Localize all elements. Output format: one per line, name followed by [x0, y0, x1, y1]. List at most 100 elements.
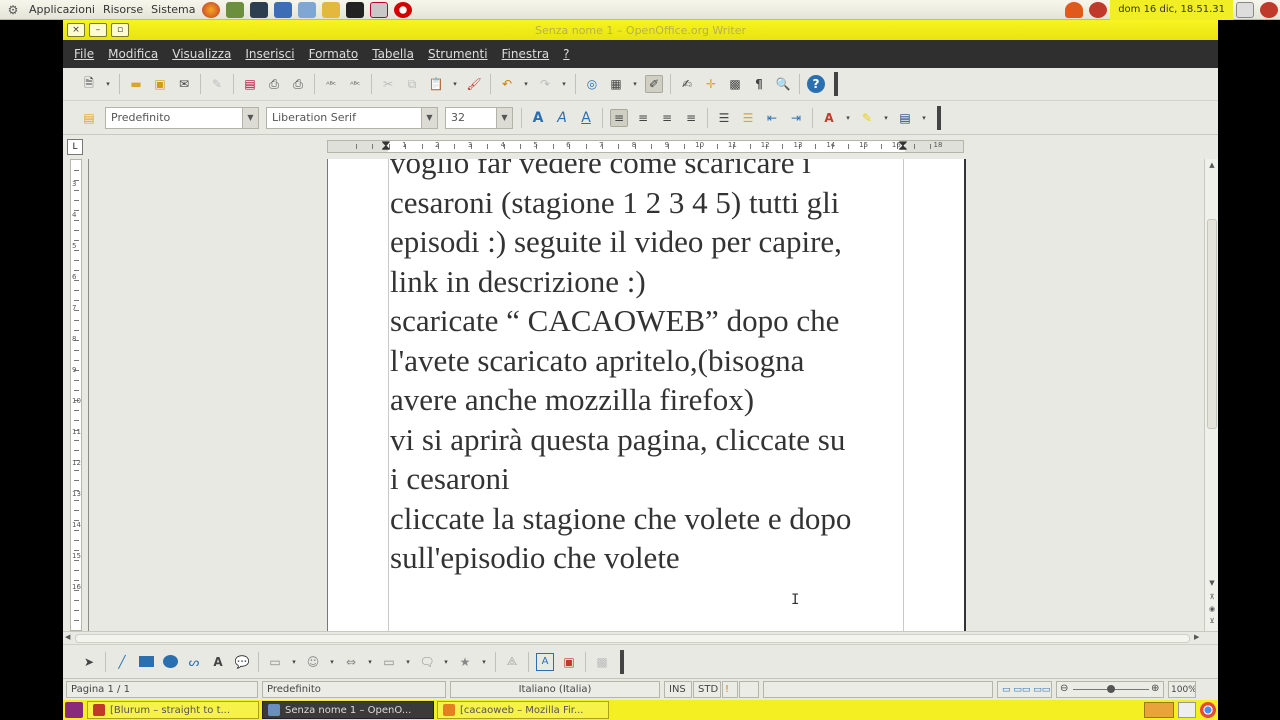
rectangle-icon[interactable]: [137, 653, 155, 671]
dropdown-arrow-icon[interactable]: ▾: [631, 75, 639, 93]
chevron-down-icon[interactable]: ▼: [496, 107, 512, 128]
ruler-right-indent-marker[interactable]: ⧗: [898, 138, 908, 154]
ellipse-icon[interactable]: [161, 653, 179, 671]
printer-status-icon[interactable]: [1236, 1, 1254, 18]
vertical-scroll-thumb[interactable]: [1207, 219, 1217, 429]
view-layout-icon[interactable]: ▭ ▭▭ ▭▭: [997, 681, 1052, 698]
dropdown-arrow-icon[interactable]: ▾: [404, 653, 412, 671]
block-arrows-icon[interactable]: ⇔: [342, 653, 360, 671]
clock[interactable]: dom 16 dic, 18.51.31: [1110, 0, 1233, 20]
vertical-ruler[interactable]: 3 4 5 6 7 8 9 10 11 12 13 14 15 16: [70, 159, 82, 631]
dropdown-arrow-icon[interactable]: ▾: [442, 653, 450, 671]
navigator-icon[interactable]: ✛: [702, 75, 720, 93]
callout-icon[interactable]: 💬: [233, 653, 251, 671]
document-line[interactable]: cesaroni (stagione 1 2 3 4 5) tutti gli: [390, 183, 910, 223]
show-draw-functions-icon[interactable]: ✐: [645, 75, 663, 93]
dropdown-arrow-icon[interactable]: ▾: [451, 75, 459, 93]
styles-formatting-icon[interactable]: ▤: [80, 109, 98, 127]
document-line[interactable]: link in descrizione :): [390, 262, 910, 302]
trash-launcher-icon[interactable]: [226, 1, 245, 18]
archive-launcher-icon[interactable]: [322, 1, 341, 18]
menu-modifica[interactable]: Modifica: [101, 47, 165, 61]
freeform-line-icon[interactable]: ᔕ: [185, 653, 203, 671]
dropdown-arrow-icon[interactable]: ▾: [328, 653, 336, 671]
menu-inserisci[interactable]: Inserisci: [238, 47, 301, 61]
zoom-icon[interactable]: 🔍: [774, 75, 792, 93]
navigation-icon[interactable]: ◉: [1206, 605, 1218, 613]
horizontal-ruler[interactable]: 1 2 3 4 5 6 7 8 9 10 11 12 13 14 15 16 18 ⧗ ⧗: [327, 138, 964, 154]
spellcheck-icon[interactable]: ᴬᴮᶜ: [322, 75, 340, 93]
document-line[interactable]: avere anche mozzilla firefox): [390, 380, 910, 420]
italic-icon[interactable]: A: [553, 109, 571, 127]
autospellcheck-icon[interactable]: ᴬᴮᶜ: [346, 75, 364, 93]
dropdown-arrow-icon[interactable]: ▾: [882, 109, 890, 127]
dropdown-arrow-icon[interactable]: ▾: [480, 653, 488, 671]
gimp-launcher-icon[interactable]: [274, 1, 293, 18]
menu-tabella[interactable]: Tabella: [365, 47, 421, 61]
page-indicator[interactable]: Pagina 1 / 1: [66, 681, 258, 698]
align-right-icon[interactable]: ≡: [658, 109, 676, 127]
decrease-indent-icon[interactable]: ⇤: [763, 109, 781, 127]
menu-visualizza[interactable]: Visualizza: [165, 47, 238, 61]
terminal-launcher-icon[interactable]: [346, 1, 365, 18]
paragraph-style-combo[interactable]: Predefinito ▼: [105, 106, 259, 129]
bold-icon[interactable]: A: [529, 109, 547, 127]
dropdown-arrow-icon[interactable]: ▾: [844, 109, 852, 127]
document-modified-icon[interactable]: !: [722, 681, 738, 698]
copy-icon[interactable]: ⧉: [403, 75, 421, 93]
toolbar-grip[interactable]: [620, 649, 624, 674]
notes-icon[interactable]: [1178, 702, 1196, 718]
export-pdf-icon[interactable]: ▤: [241, 75, 259, 93]
window-minimize-button[interactable]: –: [89, 23, 107, 37]
document-line[interactable]: l'avete scaricato apritelo,(bisogna: [390, 341, 910, 381]
edit-file-icon[interactable]: ✎: [208, 75, 226, 93]
stars-icon[interactable]: ★: [456, 653, 474, 671]
save-icon[interactable]: ▣: [151, 75, 169, 93]
chrome-icon[interactable]: [1200, 702, 1216, 718]
shutdown-icon[interactable]: [1260, 1, 1278, 18]
messenger-status-icon[interactable]: [1089, 1, 1108, 18]
align-left-icon[interactable]: ≡: [610, 108, 628, 127]
callouts-icon[interactable]: 🗨: [418, 653, 436, 671]
page-style-indicator[interactable]: Predefinito: [262, 681, 446, 698]
taskbar-task-blurum[interactable]: [Blurum – straight to t...: [87, 701, 259, 719]
zoom-slider[interactable]: ⊖ ⊕: [1056, 681, 1164, 698]
window-close-button[interactable]: ×: [67, 23, 85, 37]
zoom-knob[interactable]: [1107, 685, 1115, 693]
scroll-right-icon[interactable]: ▶: [1194, 633, 1199, 641]
window-maximize-button[interactable]: ▫: [111, 23, 129, 37]
menu-strumenti[interactable]: Strumenti: [421, 47, 495, 61]
firefox-launcher-icon[interactable]: [202, 1, 221, 18]
background-color-icon[interactable]: ▤: [896, 109, 914, 127]
cut-icon[interactable]: ✂: [379, 75, 397, 93]
menu-help[interactable]: ?: [556, 47, 576, 61]
help-icon[interactable]: ?: [807, 75, 825, 93]
taskbar-task-cacaoweb[interactable]: [cacaoweb – Mozilla Fir...: [437, 701, 609, 719]
taskbar-task-writer[interactable]: Senza nome 1 – OpenO...: [262, 701, 434, 719]
chevron-down-icon[interactable]: ▼: [421, 107, 437, 128]
scroll-up-icon[interactable]: ▲: [1206, 161, 1218, 169]
toolbar-grip[interactable]: [937, 105, 941, 130]
basic-shapes-icon[interactable]: ▭: [266, 653, 284, 671]
menu-file[interactable]: File: [67, 47, 101, 61]
panel-menu-risorse[interactable]: Risorse: [99, 3, 147, 16]
panel-menu-applicazioni[interactable]: Applicazioni: [25, 3, 99, 16]
panel-menu-sistema[interactable]: Sistema: [147, 3, 199, 16]
dropdown-arrow-icon[interactable]: ▾: [560, 75, 568, 93]
insert-mode-indicator[interactable]: INS: [664, 681, 692, 698]
underline-icon[interactable]: A: [577, 109, 595, 127]
ubuntu-logo-icon[interactable]: ⚙: [4, 1, 22, 19]
insert-image-icon[interactable]: ▣: [560, 653, 578, 671]
document-line[interactable]: sull'episodio che volete: [390, 538, 910, 578]
line-icon[interactable]: ╱: [113, 653, 131, 671]
next-page-icon[interactable]: ⊻: [1206, 617, 1218, 625]
tab-stop-selector[interactable]: L: [67, 139, 83, 155]
clone-formatting-icon[interactable]: 🖌: [465, 75, 483, 93]
hyperlink-icon[interactable]: ◎: [583, 75, 601, 93]
numbering-icon[interactable]: ☰: [715, 109, 733, 127]
print-preview-icon[interactable]: ⎙: [289, 75, 307, 93]
document-line[interactable]: voglio far vedere come scaricare i: [390, 159, 910, 183]
flowcharts-icon[interactable]: ▭: [380, 653, 398, 671]
zoom-out-icon[interactable]: ⊖: [1060, 683, 1068, 694]
dropdown-arrow-icon[interactable]: ▾: [522, 75, 530, 93]
